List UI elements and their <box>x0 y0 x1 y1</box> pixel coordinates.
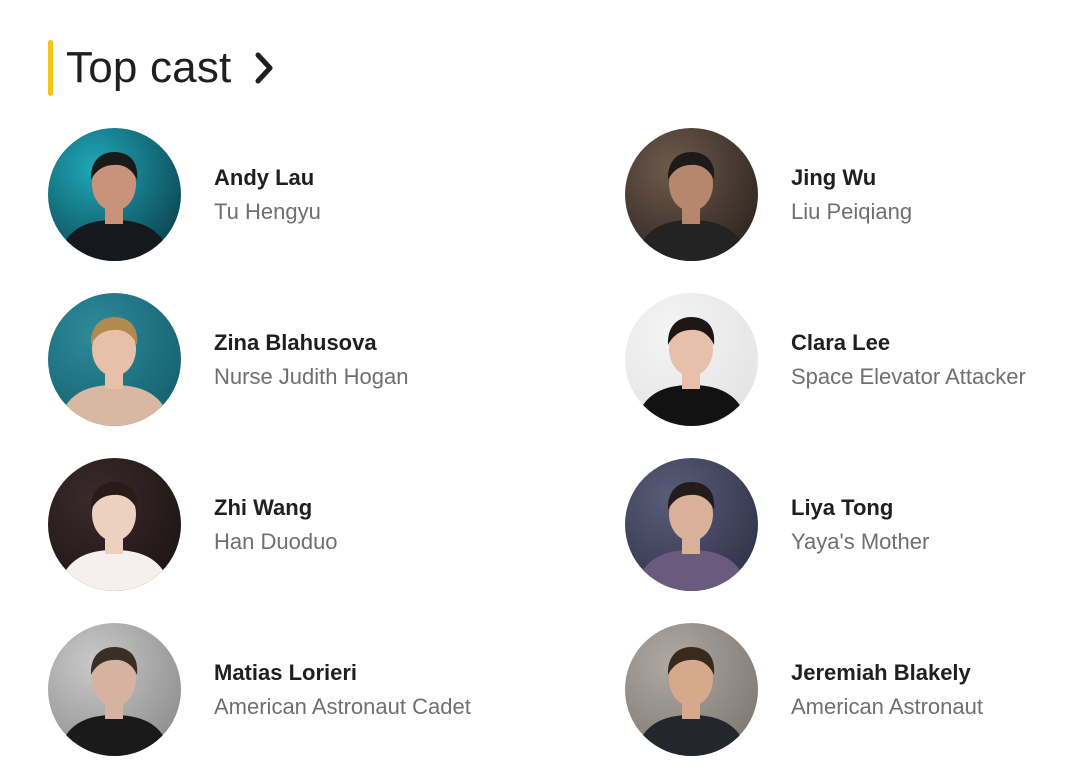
cast-member: Andy Lau Tu Hengyu <box>48 128 625 261</box>
actor-photo[interactable] <box>48 623 181 756</box>
actor-photo[interactable] <box>625 458 758 591</box>
cast-grid: Andy Lau Tu Hengyu Jing Wu Liu Peiqiang Zina… <box>48 128 1058 756</box>
actor-photo[interactable] <box>625 623 758 756</box>
character-name-link[interactable]: Tu Hengyu <box>214 198 321 226</box>
top-cast-header[interactable]: Top cast <box>48 40 275 96</box>
actor-name-link[interactable]: Matias Lorieri <box>214 659 471 687</box>
cast-text: Matias Lorieri American Astronaut Cadet <box>214 659 471 721</box>
character-name-link[interactable]: Nurse Judith Hogan <box>214 363 408 391</box>
actor-photo[interactable] <box>48 293 181 426</box>
cast-member: Zina Blahusova Nurse Judith Hogan <box>48 293 625 426</box>
chevron-right-icon[interactable] <box>253 40 275 96</box>
cast-member: Liya Tong Yaya's Mother <box>625 458 1058 591</box>
actor-name-link[interactable]: Zina Blahusova <box>214 329 408 357</box>
actor-photo[interactable] <box>625 293 758 426</box>
actor-photo[interactable] <box>48 458 181 591</box>
cast-member: Zhi Wang Han Duoduo <box>48 458 625 591</box>
cast-member: Jing Wu Liu Peiqiang <box>625 128 1058 261</box>
cast-text: Clara Lee Space Elevator Attacker <box>791 329 1026 391</box>
actor-photo[interactable] <box>625 128 758 261</box>
cast-text: Liya Tong Yaya's Mother <box>791 494 929 556</box>
character-name-link[interactable]: Space Elevator Attacker <box>791 363 1026 391</box>
cast-text: Zina Blahusova Nurse Judith Hogan <box>214 329 408 391</box>
cast-text: Jeremiah Blakely American Astronaut <box>791 659 983 721</box>
character-name-link[interactable]: Han Duoduo <box>214 528 338 556</box>
character-name-link[interactable]: American Astronaut Cadet <box>214 693 471 721</box>
character-name-link[interactable]: Yaya's Mother <box>791 528 929 556</box>
section-title[interactable]: Top cast <box>66 40 231 96</box>
cast-text: Andy Lau Tu Hengyu <box>214 164 321 226</box>
actor-name-link[interactable]: Clara Lee <box>791 329 1026 357</box>
character-name-link[interactable]: American Astronaut <box>791 693 983 721</box>
actor-name-link[interactable]: Zhi Wang <box>214 494 338 522</box>
cast-member: Clara Lee Space Elevator Attacker <box>625 293 1058 426</box>
cast-member: Jeremiah Blakely American Astronaut <box>625 623 1058 756</box>
actor-name-link[interactable]: Andy Lau <box>214 164 321 192</box>
actor-name-link[interactable]: Liya Tong <box>791 494 929 522</box>
actor-name-link[interactable]: Jing Wu <box>791 164 912 192</box>
cast-text: Jing Wu Liu Peiqiang <box>791 164 912 226</box>
actor-photo[interactable] <box>48 128 181 261</box>
actor-name-link[interactable]: Jeremiah Blakely <box>791 659 983 687</box>
character-name-link[interactable]: Liu Peiqiang <box>791 198 912 226</box>
accent-bar <box>48 40 53 96</box>
cast-member: Matias Lorieri American Astronaut Cadet <box>48 623 625 756</box>
cast-text: Zhi Wang Han Duoduo <box>214 494 338 556</box>
